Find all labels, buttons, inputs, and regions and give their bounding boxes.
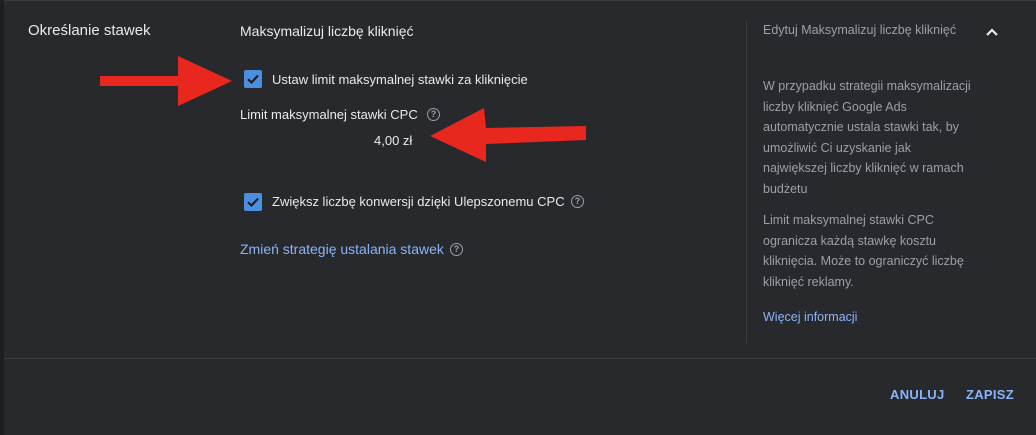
- footer-divider: [4, 358, 1036, 359]
- change-strategy-link[interactable]: Zmień strategię ustalania stawek: [240, 241, 444, 257]
- vertical-divider: [746, 20, 747, 343]
- enhanced-cpc-checkbox[interactable]: [244, 193, 262, 211]
- cancel-button[interactable]: ANULUJ: [890, 387, 945, 402]
- chevron-up-icon: [986, 28, 998, 36]
- side-panel-paragraph-2: Limit maksymalnej stawki CPC ogranicza k…: [763, 213, 964, 289]
- side-panel-paragraph-1: W przypadku strategii maksymalizacji lic…: [763, 79, 971, 196]
- help-icon[interactable]: ?: [571, 195, 584, 208]
- max-cpc-checkbox[interactable]: [244, 70, 262, 88]
- annotation-arrow-1: [100, 56, 232, 106]
- checkmark-icon: [247, 74, 259, 85]
- max-cpc-limit-label: Limit maksymalnej stawki CPC: [240, 107, 418, 122]
- side-panel-title: Edytuj Maksymalizuj liczbę kliknięć: [763, 23, 957, 37]
- top-divider: [4, 0, 1036, 1]
- more-info-link[interactable]: Więcej informacji: [763, 310, 857, 324]
- annotation-arrow-2: [430, 108, 586, 162]
- max-cpc-limit-value[interactable]: 4,00 zł: [374, 133, 412, 148]
- save-button[interactable]: ZAPISZ: [966, 387, 1014, 402]
- help-icon[interactable]: ?: [450, 243, 463, 256]
- strategy-title: Maksymalizuj liczbę kliknięć: [240, 23, 414, 39]
- enhanced-cpc-checkbox-label[interactable]: Zwiększ liczbę konwersji dzięki Ulepszon…: [272, 194, 565, 209]
- checkmark-icon: [247, 197, 259, 208]
- max-cpc-checkbox-label[interactable]: Ustaw limit maksymalnej stawki za klikni…: [272, 72, 528, 87]
- collapse-button[interactable]: [980, 20, 1004, 44]
- section-label: Określanie stawek: [28, 22, 151, 39]
